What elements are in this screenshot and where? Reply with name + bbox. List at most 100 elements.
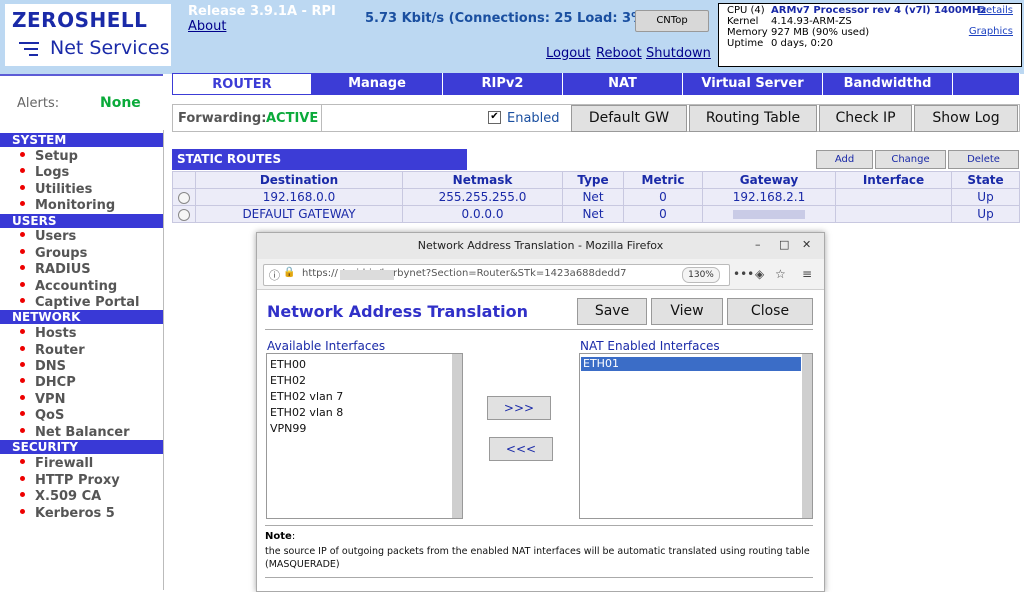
menu-icon[interactable]: ≡ bbox=[802, 267, 812, 281]
forwarding-status: ACTIVE bbox=[266, 111, 319, 126]
sidebar-item-utilities[interactable]: Utilities bbox=[20, 182, 92, 197]
remove-interface-button[interactable]: <<< bbox=[489, 437, 553, 461]
change-route-button[interactable]: Change bbox=[875, 150, 946, 169]
list-item[interactable]: VPN99 bbox=[270, 422, 306, 435]
route-radio[interactable] bbox=[178, 191, 190, 204]
about-link[interactable]: About bbox=[188, 19, 226, 34]
sidebar-item-accounting[interactable]: Accounting bbox=[20, 279, 117, 294]
sidebar-item-setup[interactable]: Setup bbox=[20, 149, 78, 164]
row-select[interactable] bbox=[172, 188, 196, 206]
sidebar-item-groups[interactable]: Groups bbox=[20, 246, 87, 261]
sidebar-item-qos[interactable]: QoS bbox=[20, 408, 64, 423]
show-log-button[interactable]: Show Log bbox=[914, 105, 1018, 132]
default-gw-button[interactable]: Default GW bbox=[571, 105, 687, 132]
bullet-icon bbox=[20, 476, 25, 481]
graphics-link[interactable]: Graphics bbox=[969, 26, 1013, 37]
add-route-button[interactable]: Add bbox=[816, 150, 873, 169]
sidebar-item-x-509-ca[interactable]: X.509 CA bbox=[20, 489, 101, 504]
window-titlebar[interactable]: Network Address Translation - Mozilla Fi… bbox=[257, 233, 824, 260]
tab-nat[interactable]: NAT bbox=[563, 73, 683, 95]
divider bbox=[321, 104, 322, 132]
close-window-icon[interactable]: ✕ bbox=[802, 238, 811, 251]
gateway-cell: 192.168.2.1 bbox=[702, 188, 836, 206]
window-title: Network Address Translation - Mozilla Fi… bbox=[417, 239, 664, 252]
tab-router[interactable]: ROUTER bbox=[172, 73, 312, 95]
sidebar-item-vpn[interactable]: VPN bbox=[20, 392, 65, 407]
sidebar-item-label: VPN bbox=[35, 392, 66, 407]
zoom-indicator[interactable]: 130% bbox=[682, 267, 720, 283]
cntop-button[interactable]: CNTop bbox=[635, 10, 709, 32]
sidebar-item-dns[interactable]: DNS bbox=[20, 359, 66, 374]
list-item[interactable]: ETH00 bbox=[270, 358, 306, 371]
tab-ripv2[interactable]: RIPv2 bbox=[443, 73, 563, 95]
bullet-icon bbox=[20, 395, 25, 400]
sidebar-item-monitoring[interactable]: Monitoring bbox=[20, 198, 115, 213]
state-cell: Up bbox=[951, 205, 1020, 223]
list-item[interactable]: ETH02 vlan 8 bbox=[270, 406, 343, 419]
delete-route-button[interactable]: Delete bbox=[948, 150, 1019, 169]
available-interfaces-list[interactable]: ETH00 ETH02 ETH02 vlan 7 ETH02 vlan 8 VP… bbox=[266, 353, 463, 519]
more-actions-icon[interactable]: ••• bbox=[733, 267, 754, 281]
tab-manage[interactable]: Manage bbox=[312, 73, 443, 95]
sidebar-item-label: Setup bbox=[35, 149, 78, 164]
sidebar-item-label: DHCP bbox=[35, 375, 76, 390]
details-link[interactable]: Details bbox=[978, 5, 1013, 16]
scrollbar[interactable] bbox=[802, 354, 812, 518]
sidebar-item-net-balancer[interactable]: Net Balancer bbox=[20, 425, 130, 440]
table-row[interactable]: DEFAULT GATEWAY 0.0.0.0 Net 0 Up bbox=[172, 205, 1020, 223]
maximize-icon[interactable]: □ bbox=[779, 238, 789, 251]
list-item[interactable]: ETH02 vlan 7 bbox=[270, 390, 343, 403]
view-button[interactable]: View bbox=[651, 298, 723, 325]
check-ip-button[interactable]: Check IP bbox=[819, 105, 912, 132]
sidebar-item-users[interactable]: Users bbox=[20, 229, 76, 244]
sidebar-item-label: Monitoring bbox=[35, 198, 116, 213]
nat-popup-window: Network Address Translation - Mozilla Fi… bbox=[256, 232, 825, 592]
add-interface-button[interactable]: >>> bbox=[487, 396, 551, 420]
bullet-icon bbox=[20, 411, 25, 416]
kernel-value: 4.14.93-ARM-ZS bbox=[771, 16, 852, 27]
info-icon[interactable]: ⓘ bbox=[269, 267, 280, 283]
tab-bandwidthd[interactable]: Bandwidthd bbox=[823, 73, 953, 95]
close-button[interactable]: Close bbox=[727, 298, 813, 325]
save-button[interactable]: Save bbox=[577, 298, 647, 325]
sidebar-item-firewall[interactable]: Firewall bbox=[20, 456, 93, 471]
sidebar-item-captive-portal[interactable]: Captive Portal bbox=[20, 295, 139, 310]
reboot-link[interactable]: Reboot bbox=[596, 46, 642, 61]
sidebar-item-router[interactable]: Router bbox=[20, 343, 85, 358]
routing-table-button[interactable]: Routing Table bbox=[689, 105, 817, 132]
sidebar-item-http-proxy[interactable]: HTTP Proxy bbox=[20, 473, 120, 488]
list-item-selected[interactable]: ETH01 bbox=[581, 357, 801, 371]
sidebar-item-radius[interactable]: RADIUS bbox=[20, 262, 91, 277]
route-radio[interactable] bbox=[178, 208, 190, 221]
system-info-panel: CPU (4) ARMv7 Processor rev 4 (v7l) 1400… bbox=[718, 3, 1022, 67]
list-item[interactable]: ETH02 bbox=[270, 374, 306, 387]
bullet-icon bbox=[20, 232, 25, 237]
type-cell: Net bbox=[562, 188, 624, 206]
sidebar: SYSTEM Setup Logs Utilities Monitoring USERS U… bbox=[0, 130, 164, 590]
url-field[interactable]: ⓘ 🔒 https:// /cgi-bin/kerbynet?Section=R… bbox=[263, 264, 730, 286]
tab-virtual-server[interactable]: Virtual Server bbox=[683, 73, 823, 95]
column-header: Metric bbox=[623, 171, 703, 189]
sidebar-item-logs[interactable]: Logs bbox=[20, 165, 69, 180]
tab-empty bbox=[953, 73, 1020, 95]
static-routes-table: Destination Netmask Type Metric Gateway … bbox=[172, 171, 1020, 223]
pocket-icon[interactable]: ◈ bbox=[755, 267, 764, 281]
row-select[interactable] bbox=[172, 205, 196, 223]
divider bbox=[265, 329, 813, 330]
minimize-icon[interactable]: – bbox=[755, 238, 761, 251]
column-header: Netmask bbox=[402, 171, 563, 189]
nat-enabled-interfaces-list[interactable]: ETH01 bbox=[579, 353, 813, 519]
sidebar-item-hosts[interactable]: Hosts bbox=[20, 326, 77, 341]
scrollbar[interactable] bbox=[452, 354, 462, 518]
lock-warning-icon[interactable]: 🔒 bbox=[283, 267, 295, 278]
bookmark-star-icon[interactable]: ☆ bbox=[775, 267, 786, 281]
sidebar-item-kerberos-5[interactable]: Kerberos 5 bbox=[20, 506, 115, 521]
sidebar-item-dhcp[interactable]: DHCP bbox=[20, 375, 76, 390]
traffic-status: 5.73 Kbit/s (Connections: 25 Load: 3%) bbox=[365, 11, 651, 26]
enabled-checkbox[interactable]: ✔ bbox=[488, 111, 501, 124]
sidebar-item-label: Firewall bbox=[35, 456, 94, 471]
alerts-value[interactable]: None bbox=[100, 95, 141, 111]
logout-link[interactable]: Logout bbox=[546, 46, 591, 61]
shutdown-link[interactable]: Shutdown bbox=[646, 46, 711, 61]
table-row[interactable]: 192.168.0.0 255.255.255.0 Net 0 192.168.… bbox=[172, 188, 1020, 206]
